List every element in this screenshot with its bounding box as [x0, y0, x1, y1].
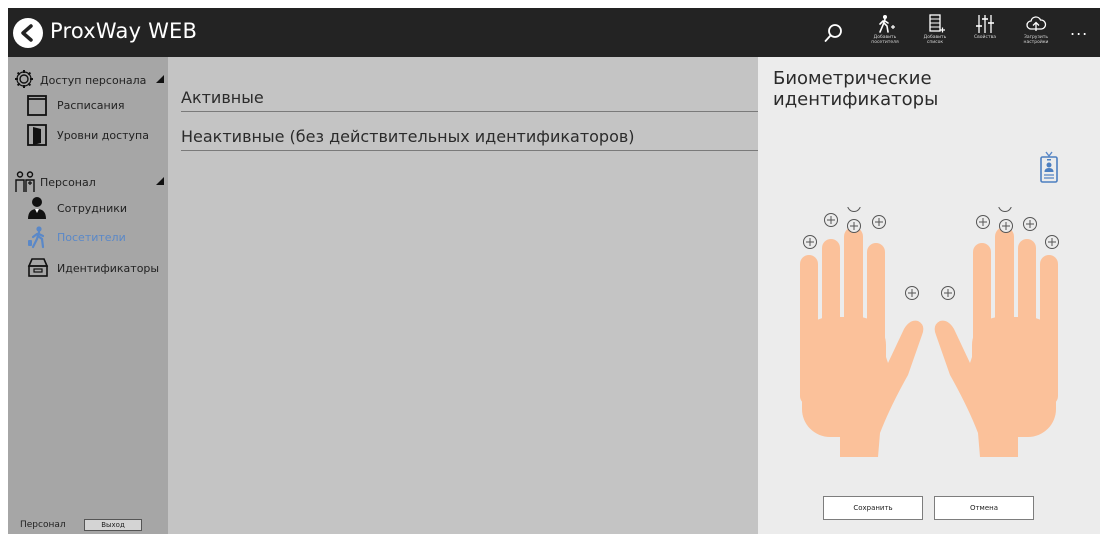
add-list-button[interactable]: Добавить список — [913, 14, 957, 54]
app-window: ProxWay WEB Добавить посетителя Добавить… — [8, 8, 1100, 534]
sidebar-item-label: Идентификаторы — [57, 262, 160, 275]
visitor-icon — [26, 225, 48, 253]
footer-label: Персонал — [20, 520, 66, 530]
middle-finger-add-row — [847, 219, 1013, 233]
add-visitor-label: Добавить посетителя — [871, 35, 899, 45]
sidebar-section-label: Доступ персонала — [40, 74, 147, 87]
finger-add-right-thumb[interactable] — [941, 286, 955, 300]
finger-add-left-thumb[interactable] — [905, 286, 919, 300]
sidebar-item-label: Расписания — [57, 99, 125, 112]
finger-add-right-middle[interactable] — [998, 207, 1012, 212]
top-bar: ProxWay WEB Добавить посетителя Добавить… — [8, 8, 1100, 57]
id-badge-icon[interactable] — [1039, 150, 1059, 188]
sidebar-item-identifiers[interactable]: Идентификаторы — [26, 256, 164, 280]
employee-icon — [26, 196, 48, 224]
logout-button[interactable]: Выход — [84, 519, 142, 531]
sidebar-section-personnel[interactable]: Персонал — [12, 171, 164, 193]
sidebar-item-label: Сотрудники — [57, 202, 128, 215]
add-list-label: Добавить список — [923, 35, 947, 45]
finger-add-left-middle-top[interactable] — [847, 219, 861, 233]
sidebar: Доступ персонала Расписания Уровни досту… — [8, 57, 168, 534]
sliders-icon — [976, 15, 994, 33]
sidebar-item-schedules[interactable]: Расписания — [26, 93, 164, 117]
people-icon — [14, 171, 38, 197]
search-icon[interactable] — [823, 22, 845, 44]
group-active[interactable]: Активные — [181, 82, 758, 112]
sidebar-item-label: Посетители — [57, 231, 126, 244]
sidebar-item-visitors[interactable]: Посетители — [26, 225, 164, 249]
hands-diagram — [800, 207, 1059, 457]
finger-add-right-middle-top[interactable] — [999, 219, 1013, 233]
back-icon[interactable] — [13, 18, 43, 48]
finger-add-right-little[interactable] — [1045, 235, 1059, 249]
more-menu-icon[interactable]: ... — [1070, 20, 1094, 42]
finger-add-left-middle[interactable] — [847, 207, 861, 212]
cloud-upload-icon — [1026, 16, 1047, 31]
main-content: Активные Неактивные (без действительных … — [168, 57, 758, 534]
list-plus-icon — [929, 14, 945, 33]
collapse-triangle-icon[interactable] — [156, 177, 164, 185]
upload-settings-button[interactable]: Загрузить настройки — [1014, 14, 1058, 54]
finger-add-left-little[interactable] — [803, 235, 817, 249]
save-button[interactable]: Сохранить — [823, 496, 923, 520]
left-hand — [800, 227, 924, 457]
sidebar-item-label: Уровни доступа — [57, 129, 149, 142]
collapse-triangle-icon[interactable] — [156, 75, 164, 83]
sidebar-item-access-levels[interactable]: Уровни доступа — [26, 123, 164, 147]
add-visitor-button[interactable]: Добавить посетителя — [863, 14, 907, 54]
sidebar-footer: Персонал Выход — [8, 518, 168, 534]
gear-icon — [14, 69, 34, 93]
properties-button[interactable]: Свойства — [963, 14, 1007, 54]
sidebar-section-staff-access[interactable]: Доступ персонала — [12, 69, 164, 91]
right-hand — [934, 227, 1058, 457]
cancel-button[interactable]: Отмена — [934, 496, 1034, 520]
upload-settings-label: Загрузить настройки — [1023, 35, 1049, 45]
sidebar-section-label: Персонал — [40, 176, 96, 189]
group-label: Активные — [181, 88, 264, 107]
group-inactive[interactable]: Неактивные (без действительных идентифик… — [181, 121, 758, 151]
calendar-icon — [26, 93, 48, 121]
card-reader-icon — [26, 256, 50, 284]
sidebar-item-employees[interactable]: Сотрудники — [26, 196, 164, 220]
group-label: Неактивные (без действительных идентифик… — [181, 127, 635, 146]
walking-person-plus-icon — [879, 15, 895, 33]
panel-title: Биометрические идентификаторы — [773, 68, 939, 110]
door-icon — [26, 123, 48, 151]
properties-label: Свойства — [974, 35, 996, 40]
app-title: ProxWay WEB — [50, 19, 198, 43]
biometric-panel: Биометрические идентификаторы Сохранить … — [758, 57, 1100, 534]
